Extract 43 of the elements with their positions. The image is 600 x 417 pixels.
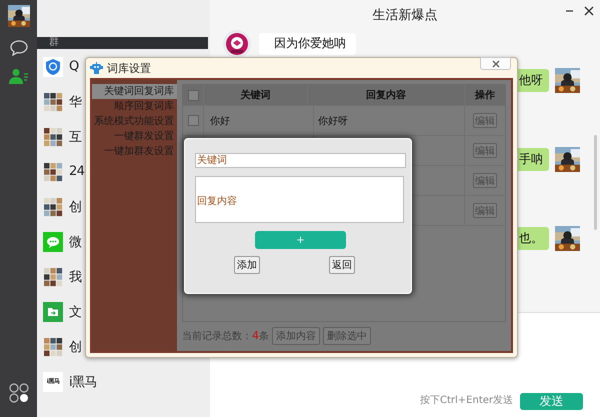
contact-name[interactable]: 文 — [69, 302, 82, 320]
shield-icon — [43, 56, 63, 76]
dialog-title: 词库设置 — [107, 60, 151, 76]
contact-name[interactable]: 创 — [69, 198, 82, 216]
chat-app-icon — [43, 232, 63, 252]
keyword-field[interactable]: 关键词 — [195, 153, 406, 168]
modal-button[interactable]: 返回 — [329, 256, 355, 274]
contact-name[interactable]: 24 — [69, 164, 84, 179]
contact-name[interactable]: i黑马 — [69, 372, 97, 390]
close-button[interactable] — [480, 57, 511, 70]
robot-icon — [90, 62, 103, 74]
folder-icon — [43, 302, 63, 322]
section-header: 群 — [37, 37, 208, 49]
table-cell-text: 你好呀 — [318, 114, 348, 128]
close-icon — [492, 60, 500, 68]
table-cell-text: 你好 — [210, 114, 230, 128]
checkbox[interactable] — [188, 90, 198, 100]
column-header: 回复内容 — [366, 88, 406, 102]
footer-button[interactable]: 添加内容 — [272, 327, 320, 345]
footer-button[interactable]: 删除选中 — [323, 327, 371, 345]
message-bubble: 因为你爱她呐 — [259, 33, 356, 55]
chat-title: 生活新爆点 — [372, 7, 438, 24]
contact-name[interactable]: 我 — [69, 268, 82, 286]
scrollbar[interactable] — [594, 135, 597, 230]
plus-button[interactable]: + — [255, 231, 346, 249]
contact-name[interactable]: 微 — [69, 232, 82, 250]
contact-name[interactable]: 互 — [69, 128, 82, 146]
contact-name[interactable]: Q — [69, 59, 79, 74]
send-hint: 按下Ctrl+Enter发送 — [420, 394, 513, 407]
checkbox[interactable] — [188, 115, 198, 126]
send-button[interactable]: 发送 — [520, 393, 583, 410]
record-count: 当前记录总数：4条 — [182, 329, 269, 343]
contact-name[interactable]: 华 — [69, 92, 82, 110]
modal-button[interactable]: 添加 — [234, 256, 260, 274]
apps-icon[interactable] — [8, 383, 28, 403]
close-icon[interactable] — [584, 6, 594, 16]
reply-field[interactable]: 回复内容 — [195, 176, 404, 223]
menu-item[interactable]: 关键词回复词库 — [92, 84, 177, 99]
contacts-icon[interactable] — [8, 68, 28, 84]
contact-name[interactable]: 创 — [69, 338, 82, 356]
column-header: 关键词 — [240, 88, 270, 102]
column-header: 操作 — [475, 88, 495, 102]
chat-icon[interactable] — [10, 40, 28, 56]
